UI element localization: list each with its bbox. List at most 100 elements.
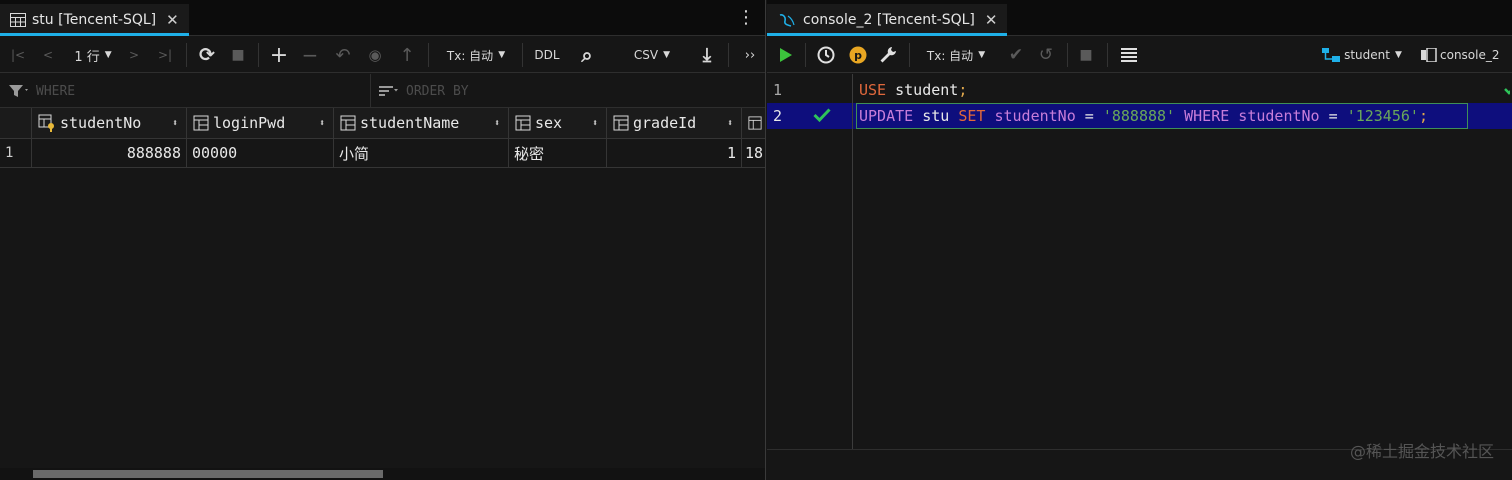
cell-studentName[interactable]: 小简	[334, 139, 509, 168]
active-tab-indicator	[767, 33, 1008, 36]
code-token: UPDATE	[859, 107, 914, 125]
row-count-dropdown[interactable]: 1 行 ▼	[66, 37, 120, 73]
divider	[1107, 43, 1108, 67]
column-name: studentName	[360, 114, 460, 132]
order-by-input[interactable]: ORDER BY	[378, 74, 758, 108]
divider	[728, 43, 729, 67]
tx-mode-dropdown[interactable]: Tx: 自动 ▼	[436, 37, 516, 73]
tab-stu[interactable]: stu [Tencent-SQL] ✕	[0, 4, 189, 36]
sort-toggle-icon[interactable]: ⬍	[592, 118, 598, 129]
row-number[interactable]: 1	[0, 139, 32, 168]
close-icon[interactable]: ✕	[985, 11, 998, 29]
console-icon	[779, 14, 795, 27]
chevron-down-icon: ▼	[104, 50, 112, 60]
console-pane: console_2 [Tencent-SQL] ✕ p Tx: 自动 ▼ ✔ ↺ …	[767, 0, 1512, 480]
sql-editor[interactable]: 1 USE student; 2 UPDATE stu SET studentN…	[767, 74, 1512, 449]
add-row-icon[interactable]: +	[266, 37, 292, 73]
divider	[1067, 43, 1068, 67]
chevron-down-icon: ▼	[663, 50, 671, 60]
column-header-studentName[interactable]: studentName ⬍	[334, 108, 509, 139]
code-line[interactable]: USE student;	[859, 77, 967, 103]
horizontal-scrollbar[interactable]	[0, 468, 765, 480]
row-count-label: 1 行	[74, 49, 100, 65]
filter-bar: WHERE ORDER BY	[0, 74, 765, 108]
cell-sex[interactable]: 秘密	[509, 139, 607, 168]
refresh-icon[interactable]: ⟳	[194, 37, 220, 73]
commit-icon[interactable]: ✔	[1003, 37, 1029, 73]
column-header-gradeId[interactable]: gradeId ⬍	[607, 108, 742, 139]
code-token: SET	[958, 107, 986, 125]
execution-success-icon	[813, 107, 831, 127]
column-header-sex[interactable]: sex ⬍	[509, 108, 607, 139]
close-icon[interactable]: ✕	[166, 11, 179, 29]
column-icon	[613, 115, 629, 131]
column-header-loginPwd[interactable]: loginPwd ⬍	[187, 108, 334, 139]
session-selector[interactable]: console_2	[1421, 37, 1509, 73]
cell-studentNo[interactable]: 888888	[32, 139, 187, 168]
table-icon	[10, 13, 26, 27]
cell-loginPwd[interactable]: 00000	[187, 139, 334, 168]
revert-icon[interactable]: ↶	[330, 37, 356, 73]
sort-toggle-icon[interactable]: ⬍	[494, 118, 500, 129]
right-tab-bar: console_2 [Tencent-SQL] ✕	[767, 0, 1512, 36]
divider	[258, 43, 259, 67]
column-icon	[340, 115, 356, 131]
column-icon	[515, 115, 531, 131]
sort-toggle-icon[interactable]: ⬍	[172, 118, 178, 129]
submit-icon[interactable]: ↑	[394, 37, 420, 73]
divider	[522, 43, 523, 67]
settings-wrench-icon[interactable]	[875, 37, 901, 73]
schema-label: student	[1344, 48, 1390, 62]
sort-toggle-icon[interactable]: ⬍	[319, 118, 325, 129]
stop-icon[interactable]: ■	[1073, 37, 1099, 73]
code-token: student	[886, 81, 959, 99]
chevron-down-icon: ▼	[978, 50, 986, 60]
tx-mode-label: Tx: 自动	[446, 48, 494, 63]
parameters-icon[interactable]: p	[845, 37, 871, 73]
run-icon[interactable]	[773, 37, 799, 73]
export-format-label: CSV	[633, 48, 659, 62]
ddl-button[interactable]: DDL	[530, 37, 564, 73]
code-token: =	[1319, 107, 1347, 125]
code-token: stu	[913, 107, 959, 125]
next-page-icon[interactable]: >	[122, 37, 146, 73]
session-icon	[1421, 48, 1437, 62]
line-number: 1	[773, 81, 783, 99]
last-page-icon[interactable]: >|	[152, 37, 178, 73]
output-layout-icon[interactable]	[1115, 37, 1143, 73]
divider	[428, 43, 429, 67]
scrollbar-thumb[interactable]	[33, 470, 383, 478]
code-token: WHERE	[1175, 107, 1230, 125]
order-by-placeholder: ORDER BY	[406, 83, 469, 99]
where-filter-input[interactable]: WHERE	[8, 74, 368, 108]
schema-selector[interactable]: student ▼	[1317, 37, 1407, 73]
watermark: @稀土掘金技术社区	[1349, 442, 1494, 461]
rollback-icon[interactable]: ↺	[1033, 37, 1059, 73]
export-format-dropdown[interactable]: CSV ▼	[624, 37, 680, 73]
column-header-partial[interactable]	[742, 108, 765, 139]
code-line[interactable]: UPDATE stu SET studentNo = '888888' WHER…	[859, 103, 1428, 129]
download-icon[interactable]: ⤓	[694, 37, 720, 73]
tx-mode-dropdown[interactable]: Tx: 自动 ▼	[919, 37, 993, 73]
stop-icon[interactable]: ■	[226, 37, 250, 73]
cell-gradeId[interactable]: 1	[607, 139, 742, 168]
first-page-icon[interactable]: |<	[6, 37, 30, 73]
active-tab-indicator	[0, 33, 189, 36]
tab-console[interactable]: console_2 [Tencent-SQL] ✕	[767, 4, 1008, 36]
history-icon[interactable]	[813, 37, 839, 73]
cell-partial[interactable]: 18	[742, 139, 765, 168]
prev-page-icon[interactable]: <	[36, 37, 60, 73]
column-name: gradeId	[633, 114, 697, 132]
remove-row-icon[interactable]: −	[298, 37, 322, 73]
column-icon	[193, 115, 209, 131]
sort-toggle-icon[interactable]: ⬍	[727, 118, 733, 129]
search-icon[interactable]: ⌕	[572, 37, 602, 73]
code-token: ;	[958, 81, 968, 99]
row-number-header	[0, 108, 32, 139]
more-menu-icon[interactable]: ⋮	[737, 8, 755, 28]
session-label: console_2	[1440, 48, 1500, 62]
code-token: ;	[1418, 107, 1428, 125]
overflow-icon[interactable]: ››	[738, 37, 762, 73]
column-header-studentNo[interactable]: studentNo ⬍	[32, 108, 187, 139]
preview-pending-icon[interactable]: ◉	[362, 37, 388, 73]
